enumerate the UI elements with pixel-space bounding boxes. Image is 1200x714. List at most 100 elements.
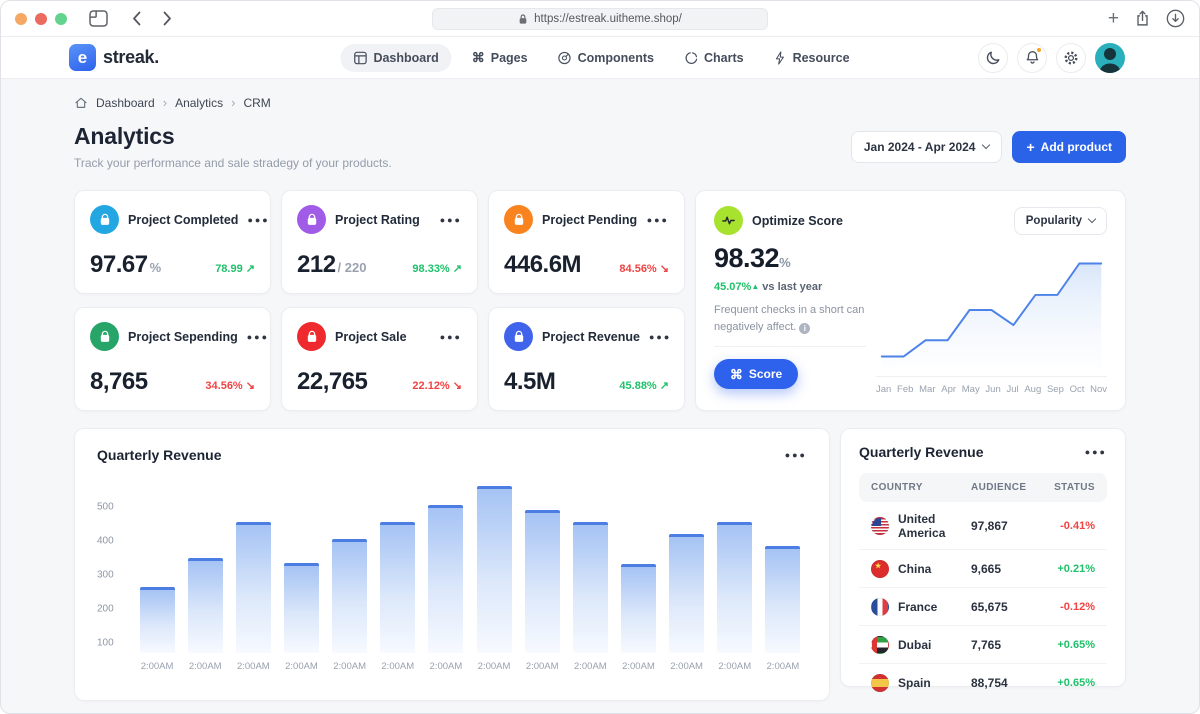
bar [621, 564, 656, 653]
components-icon [558, 51, 572, 65]
score-button[interactable]: ⌘ Score [714, 359, 798, 389]
status-value: -0.12% [1043, 601, 1095, 613]
forward-icon[interactable] [163, 11, 172, 26]
bar-slot [374, 522, 422, 653]
x-axis-label: 2:00AM [711, 661, 759, 672]
bag-icon [90, 205, 119, 234]
bar-slot [518, 510, 566, 653]
more-menu-icon[interactable]: ●●● [247, 332, 269, 342]
nav-item-charts[interactable]: Charts [674, 44, 754, 72]
month-label: Jun [985, 384, 1000, 395]
more-menu-icon[interactable]: ●●● [649, 332, 671, 342]
optimize-description: Frequent checks in a short can negativel… [714, 302, 866, 335]
stat-value: 446.6M [504, 251, 581, 279]
more-menu-icon[interactable]: ●●● [647, 215, 669, 225]
audience-value: 97,867 [971, 519, 1043, 533]
zoom-window-button[interactable] [55, 13, 67, 25]
sidebar-toggle-icon[interactable] [89, 10, 108, 27]
stat-change: 78.99 ↗ [215, 262, 255, 275]
bar-slot [759, 546, 807, 653]
column-header-country: COUNTRY [871, 482, 971, 493]
france-flag-icon [871, 598, 889, 616]
command-icon: ⌘ [730, 368, 743, 381]
chevron-down-icon [1088, 215, 1096, 223]
stat-value-suffix: / 220 [338, 260, 367, 275]
logo[interactable]: e streak. [69, 44, 159, 71]
back-icon[interactable] [132, 11, 141, 26]
bar-slot [277, 563, 325, 653]
audience-value: 65,675 [971, 600, 1043, 614]
breadcrumb-item-dashboard[interactable]: Dashboard [96, 96, 155, 110]
y-axis-tick: 500 [97, 501, 125, 512]
optimize-change: 45.07%▲ vs last year [714, 281, 866, 293]
chevron-right-icon: › [163, 95, 167, 110]
dark-mode-button[interactable] [978, 43, 1008, 73]
minimize-window-button[interactable] [35, 13, 47, 25]
quarterly-revenue-table-card: Quarterly Revenue ●●● COUNTRYAUDIENCESTA… [840, 428, 1126, 687]
bar [332, 539, 367, 653]
page-subtitle: Track your performance and sale stradegy… [74, 156, 392, 170]
score-button-label: Score [749, 367, 782, 381]
info-icon[interactable]: i [799, 323, 810, 334]
audience-value: 7,765 [971, 638, 1043, 652]
bar-slot [663, 534, 711, 653]
breadcrumb-item-analytics[interactable]: Analytics [175, 96, 223, 110]
more-menu-icon[interactable]: ●●● [440, 215, 462, 225]
column-header-audience: AUDIENCE [971, 482, 1043, 493]
logo-icon: e [69, 44, 96, 71]
nav-item-resource[interactable]: Resource [764, 44, 860, 72]
bar [140, 587, 175, 653]
bar-slot [133, 587, 181, 653]
add-product-button[interactable]: + Add product [1012, 131, 1126, 163]
nav-item-components[interactable]: Components [548, 44, 664, 72]
month-axis: JanFebMarAprMayJunJulAugSepOctNov [876, 376, 1107, 395]
window-controls [15, 13, 67, 25]
browser-chrome: https://estreak.uitheme.shop/ + [1, 1, 1199, 37]
bar-slot [229, 522, 277, 653]
bag-icon [297, 322, 326, 351]
share-icon[interactable] [1135, 10, 1150, 27]
address-bar[interactable]: https://estreak.uitheme.shop/ [432, 8, 768, 30]
bar [525, 510, 560, 653]
country-name: United America [898, 512, 971, 540]
new-tab-icon[interactable]: + [1108, 9, 1119, 28]
stat-card: Project Rating ●●● 212 / 220 98.33% ↗ [281, 190, 478, 294]
x-axis-label: 2:00AM [518, 661, 566, 672]
status-value: +0.65% [1043, 677, 1095, 689]
nav-item-dashboard[interactable]: Dashboard [340, 44, 451, 72]
bar [428, 505, 463, 653]
month-label: Jul [1006, 384, 1018, 395]
more-menu-icon[interactable]: ●●● [247, 215, 269, 225]
bar-slot [566, 522, 614, 653]
more-menu-icon[interactable]: ●●● [785, 450, 807, 460]
month-label: Apr [941, 384, 956, 395]
stat-title: Project Pending [542, 213, 637, 227]
bar [717, 522, 752, 653]
popularity-select[interactable]: Popularity [1014, 207, 1107, 235]
x-axis-label: 2:00AM [181, 661, 229, 672]
downloads-icon[interactable] [1166, 9, 1185, 28]
bag-icon [504, 205, 533, 234]
settings-button[interactable] [1056, 43, 1086, 73]
page-heading: Analytics Track your performance and sal… [74, 123, 392, 170]
month-label: Jan [876, 384, 891, 395]
line-chart-svg [876, 246, 1107, 374]
more-menu-icon[interactable]: ●●● [1085, 447, 1107, 457]
stat-title: Project Sepending [128, 330, 238, 344]
nav-item-label: Pages [491, 51, 528, 65]
stat-card: Project Revenue ●●● 4.5M 45.88% ↗ [488, 307, 685, 411]
notification-badge [1036, 47, 1042, 53]
home-icon[interactable] [74, 96, 88, 110]
more-menu-icon[interactable]: ●●● [440, 332, 462, 342]
bar-chart-x-axis: 2:00AM2:00AM2:00AM2:00AM2:00AM2:00AM2:00… [133, 661, 807, 672]
bar-chart-title: Quarterly Revenue [97, 447, 222, 463]
notifications-button[interactable] [1017, 43, 1047, 73]
main-nav: Dashboard ⌘Pages Components Charts Resource [340, 44, 859, 72]
nav-item-pages[interactable]: ⌘Pages [462, 44, 538, 72]
table-header: COUNTRYAUDIENCESTATUS [859, 473, 1107, 502]
date-range-select[interactable]: Jan 2024 - Apr 2024 [851, 131, 1003, 163]
close-window-button[interactable] [15, 13, 27, 25]
user-avatar[interactable] [1095, 43, 1125, 73]
browser-window: https://estreak.uitheme.shop/ + e streak… [0, 0, 1200, 714]
table-row: China 9,665 +0.21% [859, 550, 1107, 588]
